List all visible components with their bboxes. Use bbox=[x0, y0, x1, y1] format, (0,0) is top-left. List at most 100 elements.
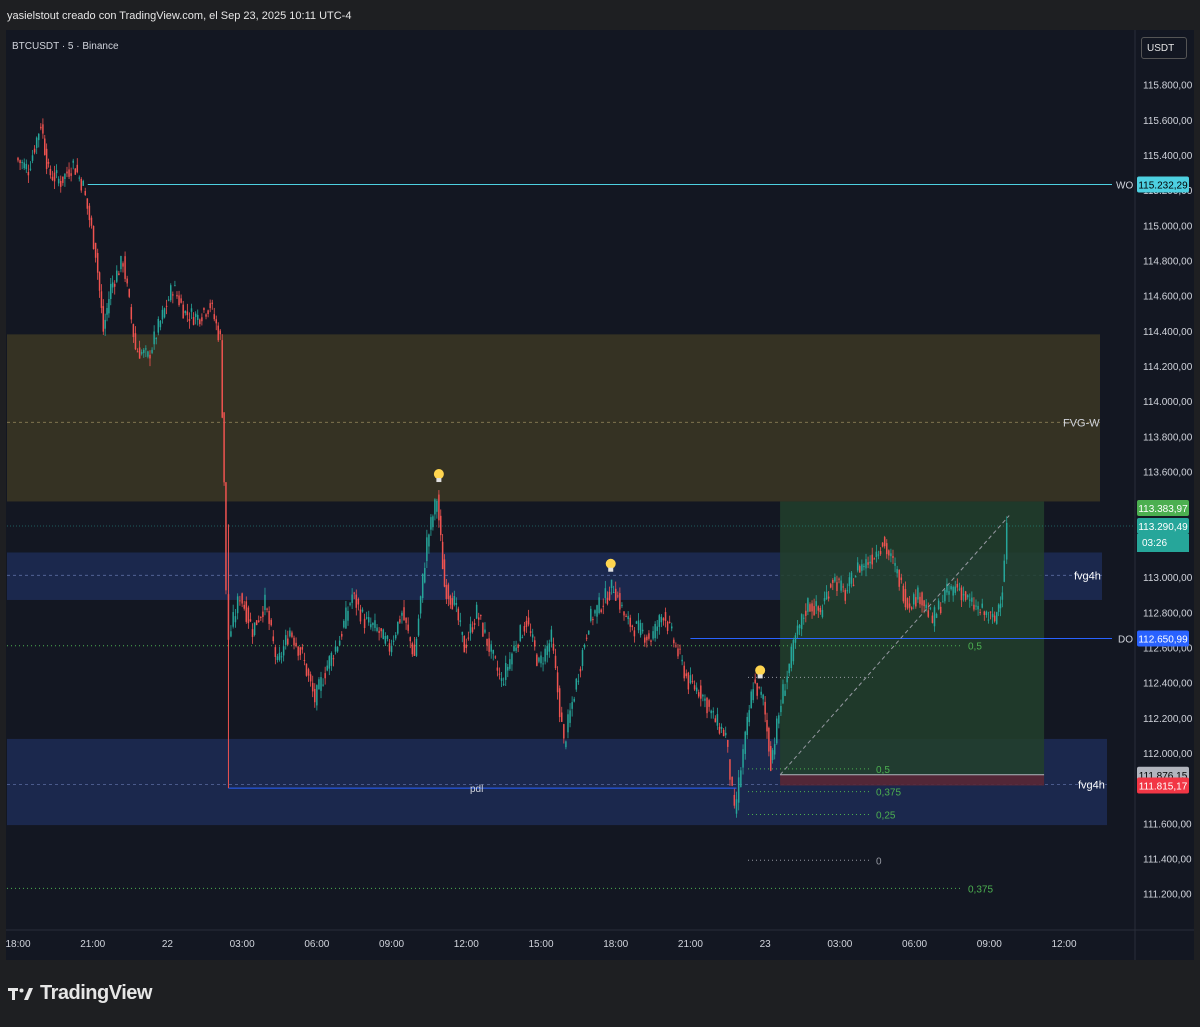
candle-body[interactable] bbox=[740, 770, 742, 788]
candle-body[interactable] bbox=[886, 543, 888, 555]
candle-body[interactable] bbox=[145, 348, 147, 350]
candle-body[interactable] bbox=[877, 554, 880, 556]
candle-body[interactable] bbox=[21, 162, 23, 164]
candle-body[interactable] bbox=[792, 639, 795, 662]
candle-body[interactable] bbox=[627, 616, 629, 620]
candle-body[interactable] bbox=[531, 634, 534, 638]
candle-body[interactable] bbox=[714, 718, 717, 723]
candle-body[interactable] bbox=[937, 600, 940, 610]
candle-body[interactable] bbox=[729, 759, 731, 780]
candle-body[interactable] bbox=[619, 593, 621, 610]
candle-body[interactable] bbox=[850, 572, 853, 584]
candle-body[interactable] bbox=[883, 537, 886, 547]
candle-body[interactable] bbox=[623, 611, 625, 616]
candle-body[interactable] bbox=[737, 777, 740, 803]
candle-body[interactable] bbox=[27, 172, 30, 176]
candle-body[interactable] bbox=[697, 692, 700, 697]
candle-body[interactable] bbox=[900, 577, 903, 581]
candle-body[interactable] bbox=[906, 598, 909, 609]
candle-body[interactable] bbox=[486, 638, 488, 646]
currency-selector[interactable]: USDT bbox=[1141, 37, 1187, 59]
candle-body[interactable] bbox=[871, 554, 873, 565]
candle-body[interactable] bbox=[718, 726, 721, 734]
candle-body[interactable] bbox=[529, 631, 532, 633]
candle-body[interactable] bbox=[130, 307, 133, 320]
candle-body[interactable] bbox=[504, 663, 507, 680]
candle-body[interactable] bbox=[473, 623, 476, 625]
candle-body[interactable] bbox=[681, 659, 683, 662]
candle-body[interactable] bbox=[585, 637, 588, 639]
candle-body[interactable] bbox=[102, 306, 105, 332]
candle-body[interactable] bbox=[827, 596, 830, 599]
candle-body[interactable] bbox=[219, 330, 221, 335]
candle-body[interactable] bbox=[465, 644, 468, 648]
candle-body[interactable] bbox=[403, 607, 405, 621]
candle-body[interactable] bbox=[519, 625, 521, 641]
candle-body[interactable] bbox=[426, 537, 428, 562]
candle-body[interactable] bbox=[921, 592, 923, 606]
candle-body[interactable] bbox=[80, 178, 83, 191]
candle-body[interactable] bbox=[357, 598, 360, 605]
candle-body[interactable] bbox=[790, 646, 793, 668]
candle-body[interactable] bbox=[270, 619, 272, 626]
candle-body[interactable] bbox=[558, 688, 561, 718]
candle-body[interactable] bbox=[128, 289, 130, 297]
candle-body[interactable] bbox=[174, 285, 176, 287]
candle-body[interactable] bbox=[405, 617, 407, 623]
candle-body[interactable] bbox=[318, 679, 320, 690]
candle-body[interactable] bbox=[625, 615, 627, 617]
candle-body[interactable] bbox=[57, 178, 60, 184]
candle-body[interactable] bbox=[157, 318, 160, 333]
candle-body[interactable] bbox=[42, 124, 44, 134]
candle-body[interactable] bbox=[305, 663, 308, 676]
candle-body[interactable] bbox=[513, 645, 515, 652]
candle-body[interactable] bbox=[201, 317, 203, 322]
candle-body[interactable] bbox=[561, 712, 563, 722]
candle-body[interactable] bbox=[484, 629, 486, 633]
candle-body[interactable] bbox=[523, 626, 526, 632]
candle-body[interactable] bbox=[778, 715, 780, 724]
candle-body[interactable] bbox=[66, 171, 68, 174]
candle-body[interactable] bbox=[805, 610, 807, 616]
candle-body[interactable] bbox=[467, 637, 470, 639]
candle-body[interactable] bbox=[742, 749, 744, 768]
candle-body[interactable] bbox=[854, 576, 857, 578]
candle-body[interactable] bbox=[272, 636, 275, 642]
candle-body[interactable] bbox=[704, 698, 706, 701]
idea-bulb-icon[interactable] bbox=[605, 558, 616, 569]
candle-body[interactable] bbox=[482, 622, 484, 637]
candle-body[interactable] bbox=[933, 607, 936, 627]
candle-body[interactable] bbox=[809, 604, 811, 612]
candle-body[interactable] bbox=[948, 591, 950, 595]
candle-body[interactable] bbox=[954, 586, 956, 593]
candle-body[interactable] bbox=[421, 573, 424, 599]
candle-body[interactable] bbox=[635, 621, 638, 624]
candle-body[interactable] bbox=[440, 515, 442, 536]
candle-body[interactable] bbox=[441, 541, 444, 570]
candle-body[interactable] bbox=[397, 621, 399, 634]
candle-body[interactable] bbox=[650, 640, 652, 642]
candle-body[interactable] bbox=[328, 656, 331, 669]
candle-body[interactable] bbox=[660, 616, 663, 623]
candle-body[interactable] bbox=[981, 603, 983, 608]
candle-body[interactable] bbox=[546, 645, 548, 656]
candle-body[interactable] bbox=[155, 338, 157, 340]
candle-body[interactable] bbox=[844, 590, 847, 601]
candle-body[interactable] bbox=[230, 631, 232, 637]
candle-body[interactable] bbox=[349, 603, 351, 605]
candle-body[interactable] bbox=[859, 566, 861, 573]
candle-body[interactable] bbox=[915, 597, 917, 607]
candle-body[interactable] bbox=[35, 137, 38, 148]
candle-body[interactable] bbox=[966, 595, 969, 598]
candle-body[interactable] bbox=[780, 705, 782, 713]
candle-body[interactable] bbox=[407, 624, 409, 631]
candle-body[interactable] bbox=[19, 160, 21, 164]
candle-body[interactable] bbox=[268, 611, 270, 624]
candle-body[interactable] bbox=[243, 604, 245, 609]
candle-body[interactable] bbox=[372, 622, 374, 626]
candle-body[interactable] bbox=[521, 637, 524, 639]
candle-body[interactable] bbox=[989, 611, 992, 613]
candle-body[interactable] bbox=[326, 665, 328, 671]
candle-body[interactable] bbox=[658, 615, 661, 627]
candle-body[interactable] bbox=[1001, 592, 1004, 600]
